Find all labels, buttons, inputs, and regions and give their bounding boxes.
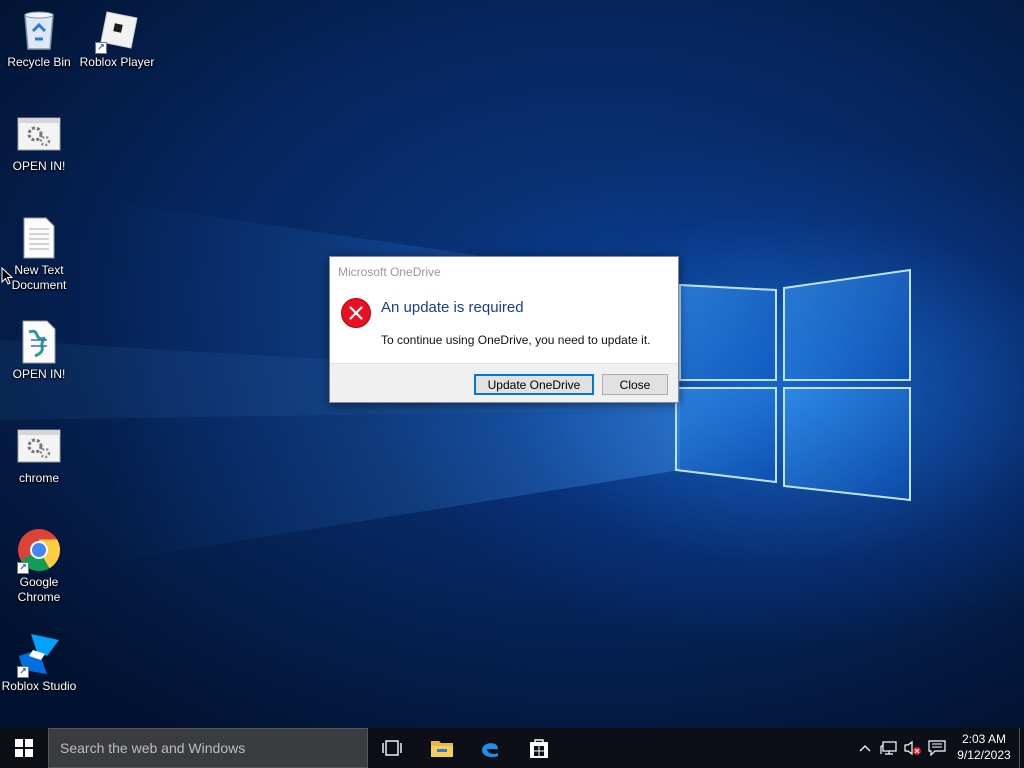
show-hidden-icons-button[interactable] xyxy=(854,728,876,768)
network-button[interactable] xyxy=(878,728,900,768)
search-placeholder: Search the web and Windows xyxy=(60,740,246,756)
action-center-icon xyxy=(928,740,946,756)
desktop-icon-label: chrome xyxy=(18,471,59,485)
volume-muted-icon xyxy=(904,740,921,756)
clock-date: 9/12/2023 xyxy=(957,748,1011,762)
edge-icon xyxy=(482,743,498,758)
onedrive-update-dialog: Microsoft OneDrive An update is required… xyxy=(329,256,679,403)
dialog-footer: Update OneDrive Close xyxy=(330,363,678,402)
shortcut-arrow-icon: ↗ xyxy=(17,562,29,574)
error-icon xyxy=(341,298,371,328)
desktop-icon-label: Roblox Player xyxy=(79,55,155,69)
action-center-button[interactable] xyxy=(926,728,948,768)
desktop-icon-roblox-studio[interactable]: ↗ Roblox Studio xyxy=(0,632,78,694)
network-icon xyxy=(880,741,897,755)
shortcut-arrow-icon: ↗ xyxy=(95,42,107,54)
desktop-icon-recycle-bin[interactable]: Recycle Bin xyxy=(0,8,78,70)
mouse-cursor-icon xyxy=(1,267,13,285)
taskbar-search-box[interactable]: Search the web and Windows xyxy=(48,728,368,768)
file-explorer-button[interactable] xyxy=(418,728,466,768)
chrome-icon: ↗ xyxy=(17,528,61,574)
dialog-message: To continue using OneDrive, you need to … xyxy=(381,333,651,347)
settings-app-icon xyxy=(17,424,61,468)
desktop-icon-label: Google Chrome xyxy=(17,575,61,604)
taskbar: Search the web and Windows 2:03 AM 9/12/… xyxy=(0,728,1024,768)
roblox-player-icon: ↗ xyxy=(95,8,139,54)
task-view-icon xyxy=(382,740,402,756)
text-document-icon xyxy=(17,216,61,260)
script-icon xyxy=(17,320,61,364)
roblox-studio-icon: ↗ xyxy=(17,632,61,678)
dialog-title: Microsoft OneDrive xyxy=(338,265,441,279)
dialog-heading: An update is required xyxy=(381,299,524,316)
recycle-bin-icon xyxy=(17,8,61,52)
close-button[interactable]: Close xyxy=(602,374,668,395)
store-button[interactable] xyxy=(515,728,563,768)
desktop-icon-open-in-1[interactable]: OPEN IN! xyxy=(0,112,78,174)
volume-button[interactable] xyxy=(902,728,924,768)
file-explorer-icon xyxy=(431,741,453,757)
desktop-icon-open-in-2[interactable]: OPEN IN! xyxy=(0,320,78,382)
chevron-up-icon xyxy=(859,745,871,752)
shortcut-arrow-icon: ↗ xyxy=(17,666,29,678)
show-desktop-button[interactable] xyxy=(1019,728,1024,768)
store-icon xyxy=(530,739,548,758)
edge-browser-button[interactable] xyxy=(466,728,514,768)
desktop-icon-google-chrome[interactable]: ↗ Google Chrome xyxy=(0,528,78,605)
desktop-icon-roblox-player[interactable]: ↗ Roblox Player xyxy=(78,8,156,70)
windows-logo-icon xyxy=(15,739,33,757)
desktop-icon-label: Roblox Studio xyxy=(1,679,77,693)
update-onedrive-button[interactable]: Update OneDrive xyxy=(474,374,594,395)
start-button[interactable] xyxy=(0,728,48,768)
desktop-icon-chrome-file[interactable]: chrome xyxy=(0,424,78,486)
task-view-button[interactable] xyxy=(368,728,416,768)
desktop-icon-label: OPEN IN! xyxy=(12,367,66,381)
desktop-icon-label: Recycle Bin xyxy=(7,55,71,69)
desktop-icon-label: OPEN IN! xyxy=(12,159,66,173)
settings-app-icon xyxy=(17,112,61,156)
taskbar-clock[interactable]: 2:03 AM 9/12/2023 xyxy=(952,731,1016,763)
clock-time: 2:03 AM xyxy=(961,732,1007,746)
